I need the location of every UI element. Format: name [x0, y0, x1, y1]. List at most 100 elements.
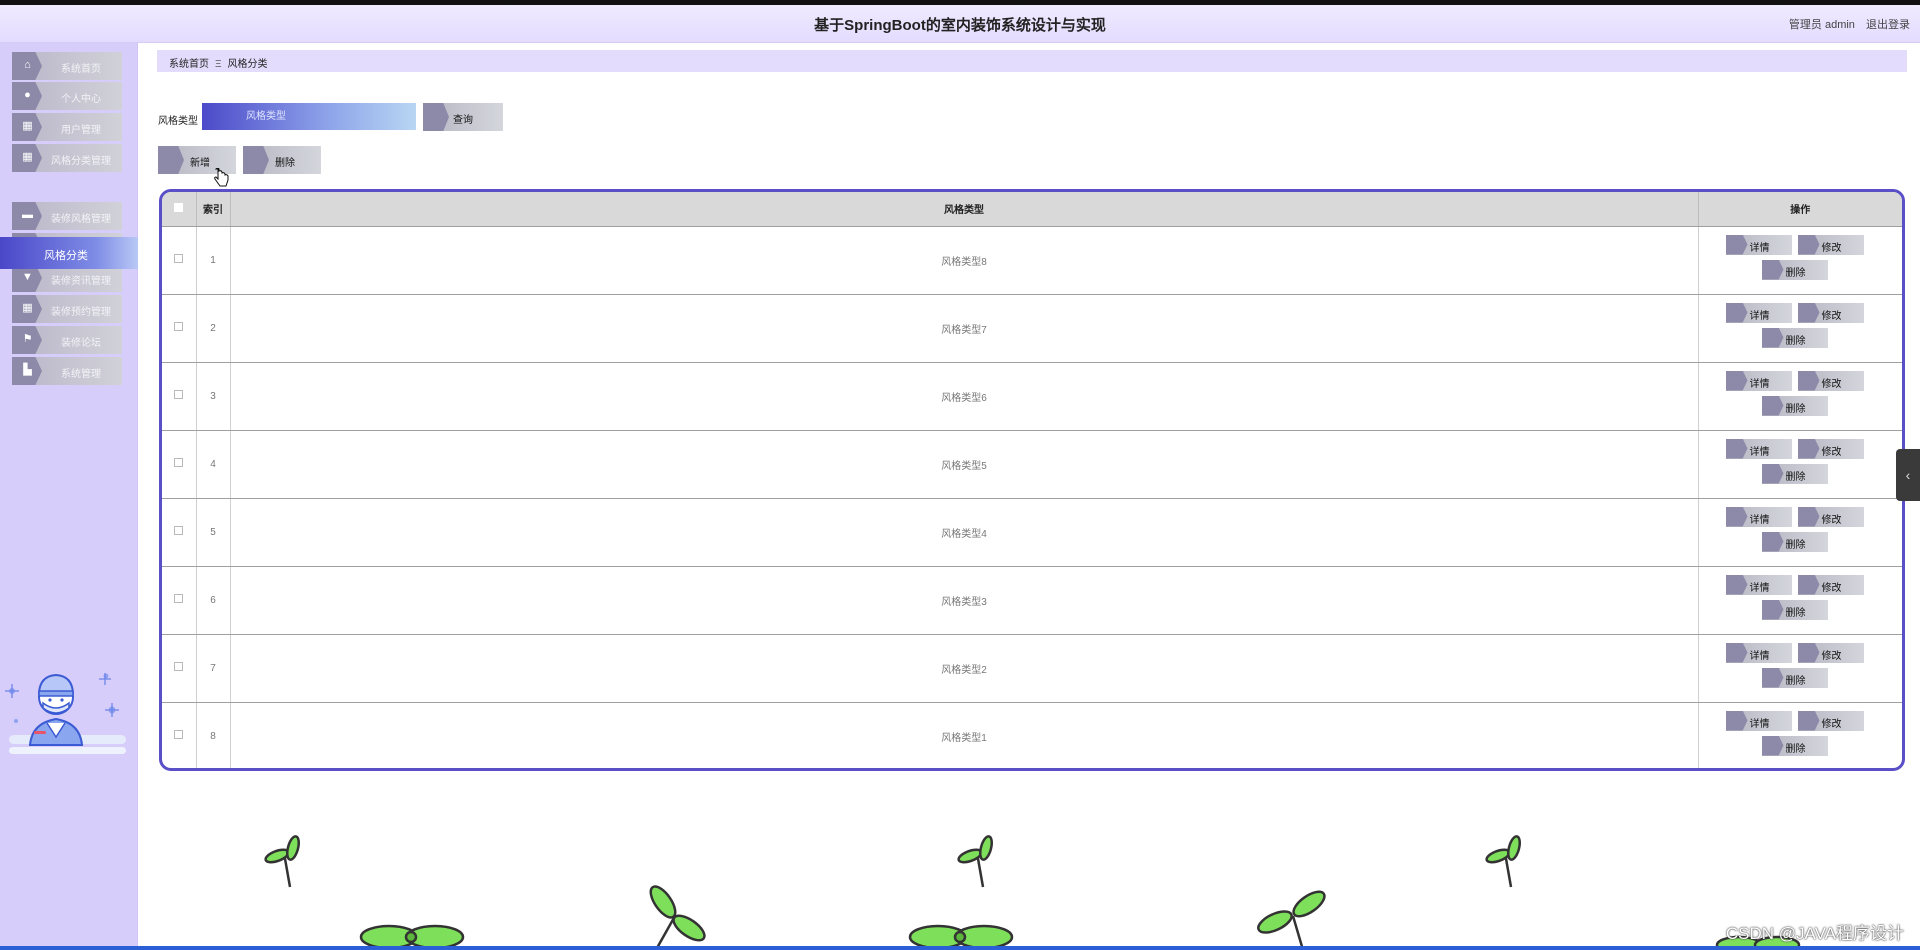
row-style-type: 风格类型1 — [230, 702, 1699, 768]
button-tab-decoration — [1725, 710, 1748, 731]
table-row: 7 风格类型2 详情 修改 删除 — [162, 634, 1902, 703]
row-actions: 详情 修改删除 — [1698, 634, 1902, 703]
button-tab-decoration — [158, 146, 184, 174]
detail-button-label: 详情 — [1749, 310, 1770, 322]
sidebar-item-0[interactable]: ⌂ 系统首页 — [12, 52, 122, 80]
detail-button-label: 详情 — [1749, 446, 1770, 458]
button-tab-decoration — [1761, 667, 1784, 688]
chart-icon: ▙ — [23, 364, 32, 376]
delete-button[interactable]: 删除 — [1761, 667, 1828, 688]
row-style-type: 风格类型8 — [230, 226, 1699, 295]
detail-button-label: 详情 — [1749, 650, 1770, 662]
batch-delete-button[interactable]: 删除 — [243, 146, 321, 174]
detail-button[interactable]: 详情 — [1725, 302, 1792, 323]
sidebar-item-4[interactable]: ▬ 装修风格管理 — [12, 202, 122, 230]
breadcrumb-home[interactable]: 系统首页 — [169, 59, 209, 70]
edit-button[interactable]: 修改 — [1797, 234, 1864, 255]
style-type-search-input[interactable] — [202, 103, 416, 130]
delete-button[interactable]: 删除 — [1761, 463, 1828, 484]
detail-button[interactable]: 详情 — [1725, 574, 1792, 595]
row-select-cell — [162, 498, 197, 567]
row-checkbox[interactable] — [174, 254, 184, 263]
search-label: 风格类型 — [158, 116, 198, 127]
button-tab-decoration — [1761, 327, 1784, 348]
delete-button[interactable]: 删除 — [1761, 599, 1828, 620]
delete-button-label: 删除 — [1785, 335, 1806, 347]
detail-button[interactable]: 详情 — [1725, 642, 1792, 663]
button-tab-decoration — [423, 103, 449, 131]
edit-button[interactable]: 修改 — [1797, 302, 1864, 323]
delete-button-label: 删除 — [1785, 675, 1806, 687]
logout-link[interactable]: 退出登录 — [1866, 19, 1910, 31]
button-tab-decoration — [1797, 574, 1820, 595]
edit-button-label: 修改 — [1821, 446, 1842, 458]
row-select-cell — [162, 430, 197, 499]
delete-button[interactable]: 删除 — [1761, 327, 1828, 348]
detail-button[interactable]: 详情 — [1725, 506, 1792, 527]
delete-button[interactable]: 删除 — [1761, 259, 1828, 280]
row-index: 3 — [196, 362, 231, 431]
row-checkbox[interactable] — [174, 458, 184, 467]
row-checkbox[interactable] — [174, 390, 184, 399]
row-style-type: 风格类型3 — [230, 566, 1699, 635]
row-select-cell — [162, 566, 197, 635]
sidebar-item-1[interactable]: ● 个人中心 — [12, 82, 122, 110]
row-actions: 详情 修改删除 — [1698, 430, 1902, 499]
delete-button[interactable]: 删除 — [1761, 531, 1828, 552]
select-all-checkbox[interactable] — [174, 202, 184, 212]
row-select-cell — [162, 226, 197, 295]
sidebar-item-3[interactable]: ▦ 风格分类管理 — [12, 144, 122, 172]
sidebar-item-label: 个人中心 — [61, 94, 101, 105]
detail-button[interactable]: 详情 — [1725, 438, 1792, 459]
button-tab-decoration — [1761, 599, 1784, 620]
search-button[interactable]: 查询 — [423, 103, 503, 131]
delete-button-label: 删除 — [1785, 743, 1806, 755]
delete-button[interactable]: 删除 — [1761, 735, 1828, 756]
button-tab-decoration — [1797, 642, 1820, 663]
user-role-label: 管理员 admin — [1788, 19, 1855, 31]
table-body: 1 风格类型8 详情 修改 删除 2 风格类型7 详情 修改 删除 3 风格类型6 详情 修改 删除 4 风格类… — [162, 226, 1902, 768]
edit-button[interactable]: 修改 — [1797, 370, 1864, 391]
table-row: 8 风格类型1 详情 修改 删除 — [162, 702, 1902, 768]
button-tab-decoration — [1797, 438, 1820, 459]
sidebar-item-9[interactable]: ▙ 系统管理 — [12, 357, 122, 385]
row-checkbox[interactable] — [174, 662, 184, 671]
row-checkbox[interactable] — [174, 526, 184, 535]
detail-button[interactable]: 详情 — [1725, 710, 1792, 731]
edit-button-label: 修改 — [1821, 582, 1842, 594]
app-header: 基于SpringBoot的室内装饰系统设计与实现 管理员 admin 退出登录 — [0, 5, 1920, 43]
row-checkbox[interactable] — [174, 322, 184, 331]
button-tab-decoration — [243, 146, 269, 174]
button-tab-decoration — [1797, 302, 1820, 323]
row-actions: 详情 修改删除 — [1698, 294, 1902, 363]
edit-button[interactable]: 修改 — [1797, 506, 1864, 527]
table-row: 1 风格类型8 详情 修改删除 — [162, 226, 1902, 295]
watermark-text: CSDN @JAVA程序设计 — [1725, 924, 1904, 943]
delete-button[interactable]: 删除 — [1761, 395, 1828, 416]
table-row: 2 风格类型7 详情 修改 删除 — [162, 294, 1902, 363]
edit-button[interactable]: 修改 — [1797, 438, 1864, 459]
edit-button[interactable]: 修改 — [1797, 710, 1864, 731]
app-title: 基于SpringBoot的室内装饰系统设计与实现 — [814, 17, 1106, 34]
sidebar-item-2[interactable]: ▦ 用户管理 — [12, 113, 122, 141]
grid-icon: ▦ — [22, 120, 33, 132]
edit-button[interactable]: 修改 — [1797, 574, 1864, 595]
user-area: 管理员 admin 退出登录 — [1781, 16, 1910, 32]
collapse-panel-toggle[interactable]: ‹ — [1896, 449, 1920, 501]
column-header-actions: 操作 — [1698, 192, 1902, 227]
sidebar-item-style-category[interactable]: 风格分类 — [0, 237, 138, 269]
sidebar-item-label: 装修资讯管理 — [51, 276, 111, 287]
sidebar-item-8[interactable]: ⚑ 装修论坛 — [12, 326, 122, 354]
button-tab-decoration — [1725, 642, 1748, 663]
detail-button[interactable]: 详情 — [1725, 370, 1792, 391]
sidebar: ⌂系统首页●个人中心▦用户管理▦风格分类管理▬装修风格管理▦作品展示管理▼装修资… — [0, 43, 138, 950]
button-tab-decoration — [1761, 463, 1784, 484]
row-checkbox[interactable] — [174, 730, 184, 740]
sidebar-item-7[interactable]: ▦ 装修预约管理 — [12, 295, 122, 323]
edit-button[interactable]: 修改 — [1797, 642, 1864, 663]
row-checkbox[interactable] — [174, 594, 184, 603]
detail-button[interactable]: 详情 — [1725, 234, 1792, 255]
window-bottom-edge — [0, 946, 1920, 950]
row-index: 1 — [196, 226, 231, 295]
detail-button-label: 详情 — [1749, 378, 1770, 390]
